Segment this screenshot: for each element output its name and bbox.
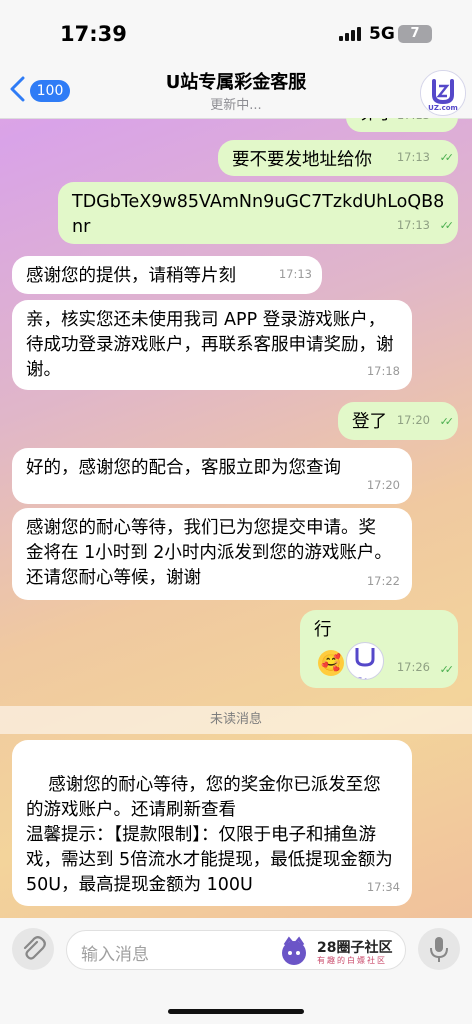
avatar[interactable]: UZ.com xyxy=(420,70,466,116)
message-incoming[interactable]: 亲，核实您还未使用我司 APP 登录游戏账户，待成功登录游戏账户，再联系客服申请… xyxy=(12,300,412,390)
message-time: 17:20 xyxy=(366,478,400,492)
message-time: 17:20 xyxy=(396,413,430,427)
message-text: 卯了 xyxy=(360,118,395,124)
message-input[interactable]: 输入消息 28圈子社区 有趣的白嫖社区 xyxy=(66,930,406,970)
microphone-icon xyxy=(430,937,448,962)
message-composer: 输入消息 28圈子社区 有趣的白嫖社区 xyxy=(0,918,472,1024)
signal-icon xyxy=(339,27,363,41)
message-outgoing[interactable]: 行 🥰 UZ.com 17:26 ✓✓ xyxy=(300,610,458,688)
message-text: 感谢您的耐心等待，您的奖金你已派发至您的游戏账户。还请刷新查看 温馨提示：【提款… xyxy=(26,775,393,895)
message-outgoing[interactable]: TDGbTeX9w85VAmNn9uGC7TzkdUhLoQB8nr 17:13… xyxy=(58,182,458,244)
chat-header: 100 U站专属彩金客服 更新中... UZ.com xyxy=(0,62,472,119)
message-time: 17:34 xyxy=(366,880,400,894)
message-incoming[interactable]: 感谢您的耐心等待，我们已为您提交申请。奖金将在 1小时到 2小时内派发到您的游戏… xyxy=(12,508,412,600)
message-time: 17:13 xyxy=(397,118,430,128)
message-outgoing[interactable]: 卯了 17:13 ✓✓ xyxy=(346,118,458,132)
watermark-title: 28圈子社区 xyxy=(317,940,393,956)
chat-title: U站专属彩金客服 xyxy=(165,72,307,93)
message-outgoing[interactable]: 登了 17:20 ✓✓ xyxy=(338,402,458,440)
chat-status: 更新中... xyxy=(210,98,262,113)
message-incoming[interactable]: 感谢您的耐心等待，您的奖金你已派发至您的游戏账户。还请刷新查看 温馨提示：【提款… xyxy=(12,740,412,906)
unread-divider: 未读消息 xyxy=(0,706,472,734)
watermark-logo-icon xyxy=(282,936,306,965)
double-check-icon: ✓✓ xyxy=(440,118,455,126)
message-text: 行 xyxy=(314,620,332,640)
double-check-icon: ✓✓ xyxy=(439,415,455,428)
message-text: 登了 xyxy=(352,412,387,432)
sticker-text: UZ.com xyxy=(347,668,383,679)
home-indicator xyxy=(168,1009,304,1014)
message-time: 17:13 xyxy=(396,218,430,232)
avatar-text: UZ.com xyxy=(428,104,458,112)
message-incoming[interactable]: 好的，感谢您的配合，客服立即为您查询 17:20 xyxy=(12,448,412,504)
double-check-icon: ✓✓ xyxy=(439,663,455,676)
message-input-placeholder: 输入消息 xyxy=(81,945,149,965)
attach-paperclip-icon xyxy=(23,936,46,960)
double-check-icon: ✓✓ xyxy=(439,151,455,164)
watermark-subtitle: 有趣的白嫖社区 xyxy=(317,956,387,965)
message-time: 17:18 xyxy=(366,364,400,378)
sticker-emoji-icon: 🥰 xyxy=(318,650,344,676)
message-text: 感谢您的耐心等待，我们已为您提交申请。奖金将在 1小时到 2小时内派发到您的游戏… xyxy=(26,518,392,588)
message-time: 17:26 xyxy=(396,660,430,674)
message-text: 要不要发地址给你 xyxy=(232,150,372,170)
message-text: 亲，核实您还未使用我司 APP 登录游戏账户，待成功登录游戏账户，再联系客服申请… xyxy=(26,310,394,380)
message-text: TDGbTeX9w85VAmNn9uGC7TzkdUhLoQB8nr xyxy=(72,192,445,237)
message-text: 好的，感谢您的配合，客服立即为您查询 xyxy=(26,458,341,478)
watermark: 28圈子社区 有趣的白嫖社区 xyxy=(277,935,407,967)
message-time: 17:22 xyxy=(366,574,400,588)
double-check-icon: ✓✓ xyxy=(439,219,455,232)
status-time: 17:39 xyxy=(60,22,127,46)
status-bar: 17:39 5G 7 xyxy=(0,0,472,62)
message-time: 17:13 xyxy=(278,267,312,281)
message-incoming[interactable]: 感谢您的提供，请稍等片刻 17:13 xyxy=(12,256,322,294)
network-label: 5G xyxy=(369,24,395,44)
message-time: 17:13 xyxy=(396,150,430,164)
uz-sticker-icon: UZ.com xyxy=(346,642,384,680)
voice-button[interactable] xyxy=(418,928,460,970)
message-list[interactable]: 卯了 17:13 ✓✓ 要不要发地址给你 17:13 ✓✓ TDGbTeX9w8… xyxy=(0,118,472,918)
message-text: 感谢您的提供，请稍等片刻 xyxy=(26,266,236,286)
battery-icon: 7 xyxy=(398,25,432,43)
battery-level: 7 xyxy=(410,26,420,41)
message-outgoing[interactable]: 要不要发地址给你 17:13 ✓✓ xyxy=(218,140,458,176)
attach-button[interactable] xyxy=(12,928,54,970)
